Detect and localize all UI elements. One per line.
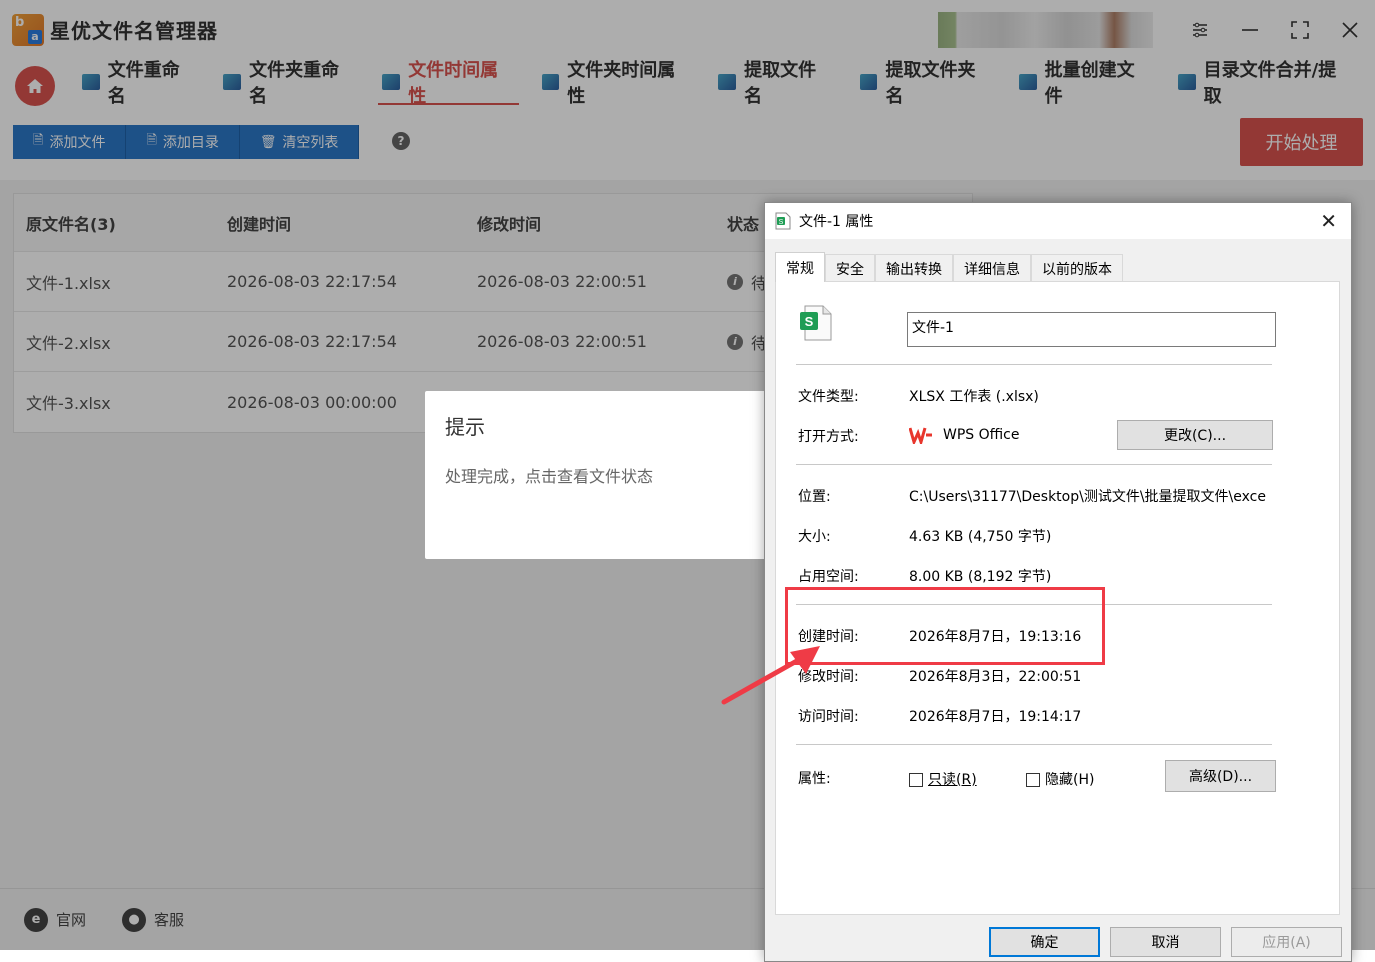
checkbox-box[interactable]	[909, 773, 923, 787]
notice-popup[interactable]: 提示 处理完成，点击查看文件状态	[425, 391, 785, 559]
readonly-checkbox[interactable]: 只读(R)	[909, 769, 977, 789]
open-with-value: WPS Office	[909, 426, 1020, 444]
advanced-button[interactable]: 高级(D)...	[1165, 760, 1276, 792]
spreadsheet-icon: S	[775, 212, 791, 230]
type-label: 文件类型:	[798, 389, 859, 405]
close-icon[interactable]: ✕	[1320, 209, 1337, 233]
checkbox-box[interactable]	[1026, 773, 1040, 787]
change-button[interactable]: 更改(C)...	[1117, 420, 1273, 450]
type-value: XLSX 工作表 (.xlsx)	[909, 389, 1039, 405]
ok-button[interactable]: 确定	[989, 927, 1100, 957]
notice-message[interactable]: 处理完成，点击查看文件状态	[445, 463, 653, 487]
size-value: 4.63 KB (4,750 字节)	[909, 529, 1052, 545]
wps-icon	[909, 427, 932, 444]
tab-details[interactable]: 详细信息	[953, 254, 1031, 282]
apply-button[interactable]: 应用(A)	[1231, 927, 1342, 957]
notice-title: 提示	[445, 415, 485, 439]
tab-general[interactable]: 常规	[775, 252, 825, 282]
size-on-disk-label: 占用空间:	[798, 569, 859, 585]
spreadsheet-icon: S	[800, 304, 834, 342]
size-on-disk-value: 8.00 KB (8,192 字节)	[909, 569, 1052, 585]
cancel-button[interactable]: 取消	[1110, 927, 1221, 957]
svg-text:S: S	[805, 314, 814, 329]
dialog-tabs: 常规 安全 输出转换 详细信息 以前的版本	[775, 252, 1123, 282]
location-value[interactable]: C:\Users\31177\Desktop\测试文件\批量提取文件\exce	[909, 486, 1277, 506]
attributes-label: 属性:	[798, 771, 831, 787]
accessed-value: 2026年8月7日，19:14:17	[909, 709, 1082, 725]
filename-input[interactable]: 文件-1	[907, 312, 1276, 347]
size-label: 大小:	[798, 529, 831, 545]
annotation-arrow	[721, 646, 820, 705]
tab-security[interactable]: 安全	[825, 254, 875, 282]
open-with-label: 打开方式:	[798, 429, 859, 445]
svg-text:S: S	[779, 219, 784, 226]
tab-previous-versions[interactable]: 以前的版本	[1031, 254, 1123, 282]
highlight-box	[785, 587, 1105, 665]
divider	[796, 364, 1272, 365]
modified-value: 2026年8月3日，22:00:51	[909, 669, 1082, 685]
location-label: 位置:	[798, 489, 831, 505]
properties-dialog: S 文件-1 属性 ✕ 常规 安全 输出转换 详细信息 以前的版本 S 文件-1…	[764, 202, 1352, 962]
divider	[796, 464, 1272, 465]
tab-output-convert[interactable]: 输出转换	[875, 254, 953, 282]
dialog-titlebar[interactable]: S 文件-1 属性 ✕	[765, 203, 1351, 239]
hidden-checkbox[interactable]: 隐藏(H)	[1026, 769, 1094, 789]
divider	[796, 744, 1272, 745]
dialog-title: 文件-1 属性	[799, 214, 874, 230]
